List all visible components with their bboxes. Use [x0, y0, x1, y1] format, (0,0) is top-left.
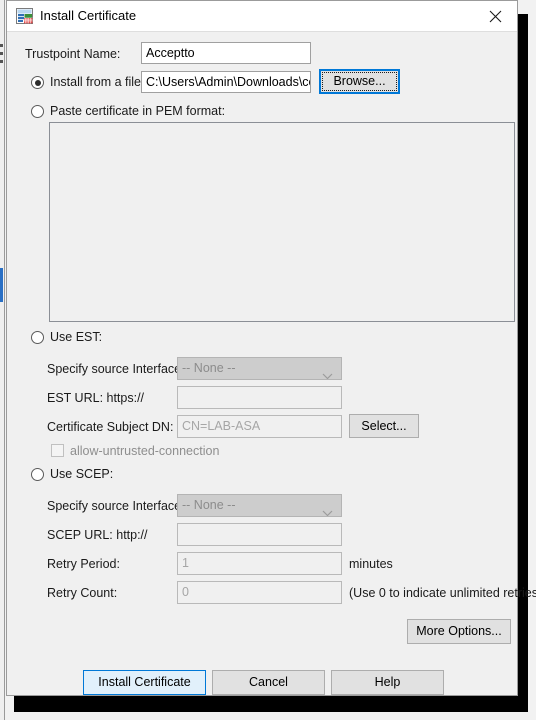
- focus-rectangle: [322, 72, 397, 91]
- est-url-input[interactable]: [177, 386, 342, 409]
- est-select-dn-button[interactable]: Select...: [349, 414, 419, 438]
- scep-retry-count-input[interactable]: 0: [177, 581, 342, 604]
- scep-url-label: SCEP URL: http://: [47, 528, 148, 542]
- close-icon[interactable]: [473, 1, 517, 31]
- pem-certificate-textarea[interactable]: [49, 122, 515, 322]
- trustpoint-name-input[interactable]: Acceptto: [141, 42, 311, 64]
- more-options-button[interactable]: More Options...: [407, 619, 511, 644]
- browse-button[interactable]: Browse...: [319, 69, 400, 94]
- scep-retry-count-hint: (Use 0 to indicate unlimited retries): [349, 586, 536, 600]
- radio-use-est[interactable]: [31, 331, 44, 344]
- backdrop-tree-marker: [0, 44, 3, 47]
- backdrop-tree-marker: [0, 60, 3, 63]
- use-est-label: Use EST:: [50, 330, 103, 344]
- more-options-button-label: More Options...: [416, 624, 502, 638]
- est-subject-dn-input[interactable]: CN=LAB-ASA: [177, 415, 342, 438]
- help-button[interactable]: Help: [331, 670, 444, 695]
- backdrop-selected-item-accent: [0, 268, 3, 302]
- radio-use-scep[interactable]: [31, 468, 44, 481]
- backdrop-sidebar: [0, 0, 5, 720]
- est-source-interface-label: Specify source Interface:: [47, 362, 185, 376]
- use-scep-label: Use SCEP:: [50, 467, 114, 481]
- certificate-install-icon: [16, 8, 33, 24]
- install-certificate-button-label: Install Certificate: [98, 675, 191, 689]
- cancel-button-label: Cancel: [249, 675, 288, 689]
- install-certificate-button[interactable]: Install Certificate: [83, 670, 206, 695]
- scep-url-input[interactable]: [177, 523, 342, 546]
- allow-untrusted-connection-label: allow-untrusted-connection: [70, 444, 220, 458]
- install-certificate-dialog: Install Certificate Trustpoint Name: Acc…: [6, 0, 536, 696]
- scep-retry-count-label: Retry Count:: [47, 586, 118, 600]
- est-url-label: EST URL: https://: [47, 391, 145, 405]
- chevron-down-icon: [322, 366, 333, 379]
- cancel-button[interactable]: Cancel: [212, 670, 325, 695]
- install-from-file-label: Install from a file:: [50, 75, 145, 89]
- scep-retry-period-label: Retry Period:: [47, 557, 120, 571]
- help-button-label: Help: [374, 675, 401, 689]
- scep-source-interface-label: Specify source Interface:: [47, 499, 185, 513]
- certificate-file-path-input[interactable]: C:\Users\Admin\Downloads\cert.p: [141, 71, 311, 93]
- est-select-dn-button-label: Select...: [361, 419, 407, 433]
- paste-pem-label: Paste certificate in PEM format:: [50, 104, 226, 118]
- backdrop-tree-marker: [0, 52, 3, 55]
- scep-retry-period-input[interactable]: 1: [177, 552, 342, 575]
- est-source-interface-select[interactable]: -- None --: [177, 357, 342, 380]
- title-bar: Install Certificate: [7, 1, 517, 32]
- dialog-title: Install Certificate: [40, 8, 137, 23]
- radio-paste-pem[interactable]: [31, 105, 44, 118]
- chevron-down-icon: [322, 503, 333, 516]
- scep-source-interface-select[interactable]: -- None --: [177, 494, 342, 517]
- dialog-body: Trustpoint Name: Acceptto Install from a…: [7, 32, 536, 696]
- scep-source-interface-value: -- None --: [182, 498, 236, 512]
- est-source-interface-value: -- None --: [182, 361, 236, 375]
- scep-retry-period-units: minutes: [349, 557, 393, 571]
- radio-install-from-file[interactable]: [31, 76, 44, 89]
- est-subject-dn-label: Certificate Subject DN:: [47, 420, 174, 434]
- allow-untrusted-connection-checkbox[interactable]: [51, 444, 64, 457]
- trustpoint-name-label: Trustpoint Name:: [25, 47, 121, 61]
